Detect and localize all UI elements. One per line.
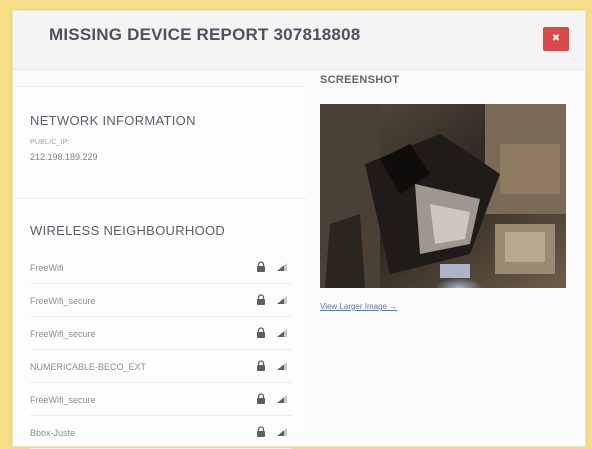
wireless-neighbourhood-panel: WIRELESS NEIGHBOURHOOD FreeWifi FreeWifi_… xyxy=(16,198,306,449)
signal-icon xyxy=(276,328,288,338)
wifi-row: FreeWifi_secure xyxy=(30,383,292,416)
screenshot-image xyxy=(320,104,566,288)
signal-icon xyxy=(276,394,288,404)
wifi-name: FreeWifi_secure xyxy=(30,395,96,405)
wifi-name: FreeWifi xyxy=(30,263,64,273)
screenshot-title: SCREENSHOT xyxy=(320,74,400,86)
modal-header: MISSING DEVICE REPORT 307818808 ✖ xyxy=(13,11,585,70)
signal-icon xyxy=(276,361,288,371)
wifi-row: FreeWifi xyxy=(30,251,292,284)
wifi-row: FreeWifi_secure xyxy=(30,284,292,317)
lock-icon xyxy=(256,393,266,405)
wifi-name: Bbox-Juste xyxy=(30,428,76,438)
lock-icon xyxy=(256,261,266,273)
lock-icon xyxy=(256,426,266,438)
page-title: MISSING DEVICE REPORT 307818808 xyxy=(49,25,361,44)
wireless-neighbourhood-title: WIRELESS NEIGHBOURHOOD xyxy=(30,223,226,238)
wifi-name: FreeWifi_secure xyxy=(30,296,96,306)
wifi-row: FreeWifi_secure xyxy=(30,317,292,350)
lock-icon xyxy=(256,294,266,306)
network-information-title: NETWORK INFORMATION xyxy=(30,113,196,128)
wifi-row: NUMERICABLE-BECO_EXT xyxy=(30,350,292,383)
lock-icon xyxy=(256,360,266,372)
lock-icon xyxy=(256,327,266,339)
close-button[interactable]: ✖ xyxy=(543,27,569,51)
view-larger-image-link[interactable]: View Larger Image → xyxy=(320,302,397,311)
wifi-row: Bbox-Juste xyxy=(30,416,292,449)
network-information-panel: NETWORK INFORMATION PUBLIC_IP: 212.198.1… xyxy=(16,86,306,197)
signal-icon xyxy=(276,427,288,437)
wifi-name: FreeWifi_secure xyxy=(30,329,96,339)
public-ip-label: PUBLIC_IP: xyxy=(30,139,70,146)
device-screenshot[interactable] xyxy=(320,104,566,288)
wifi-name: NUMERICABLE-BECO_EXT xyxy=(30,362,147,372)
wifi-list: FreeWifi FreeWifi_secure FreeWifi_secure NU… xyxy=(30,251,292,449)
signal-icon xyxy=(276,262,288,272)
close-icon: ✖ xyxy=(551,33,561,44)
public-ip-value: 212.198.189.229 xyxy=(30,152,98,162)
signal-icon xyxy=(276,295,288,305)
